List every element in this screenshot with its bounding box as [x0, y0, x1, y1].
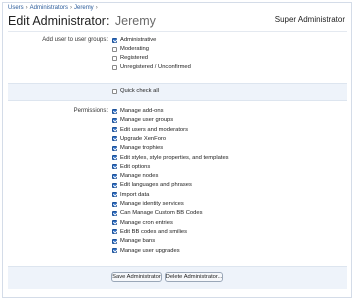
permission-edit-styles[interactable]: Edit styles, style properties, and templ…	[112, 154, 229, 162]
header-divider	[8, 31, 347, 32]
quick-check-checkbox[interactable]	[112, 88, 117, 94]
permission-user-upgrades[interactable]: Manage user upgrades	[112, 247, 180, 255]
permission-checkbox-11[interactable]	[112, 210, 117, 216]
delete-administrator-button[interactable]: Delete Administrator...	[165, 272, 223, 282]
breadcrumb-jeremy[interactable]: Jeremy	[74, 5, 94, 11]
quick-check-label: Quick check all	[120, 88, 159, 94]
permission-edit-users-moderators[interactable]: Edit users and moderators	[112, 126, 188, 134]
permission-checkbox-5[interactable]	[112, 155, 117, 160]
super-administrator-heading: Super Administrator	[274, 15, 345, 24]
breadcrumb-separator: ›	[70, 5, 73, 11]
quick-check-all[interactable]: Quick check all	[112, 87, 159, 95]
permission-label: Manage nodes	[120, 173, 159, 180]
permission-checkbox-0[interactable]	[112, 108, 117, 114]
save-administrator-button[interactable]: Save Administrator	[111, 272, 162, 282]
permission-label: Upgrade XenForo	[120, 135, 167, 142]
permission-manage-nodes[interactable]: Manage nodes	[112, 172, 158, 180]
breadcrumb-separator: ›	[25, 5, 28, 11]
permission-checkbox-1[interactable]	[112, 117, 117, 123]
permission-label: Edit users and moderators	[120, 126, 188, 133]
user-groups-label: Add user to user groups:	[42, 37, 108, 43]
permission-import-data[interactable]: Import data	[112, 191, 149, 199]
permission-label: Manage add-ons	[120, 108, 164, 114]
permission-upgrade-xenforo[interactable]: Upgrade XenForo	[112, 135, 166, 143]
permission-bb-codes-smilies[interactable]: Edit BB codes and smilies	[112, 228, 187, 236]
permission-checkbox-14[interactable]	[112, 238, 117, 244]
permission-manage-bans[interactable]: Manage bans	[112, 237, 155, 245]
group-checkbox-0[interactable]	[112, 37, 117, 43]
breadcrumb: Users › Administrators › Jeremy ›	[8, 5, 100, 11]
permission-label: Edit styles, style properties, and templ…	[120, 154, 229, 161]
permission-checkbox-13[interactable]	[112, 229, 117, 235]
permission-identity-services[interactable]: Manage identity services	[112, 200, 184, 208]
page-title-username: Jeremy	[114, 14, 156, 28]
group-option-label: Moderating	[120, 46, 150, 52]
group-option-registered[interactable]: Registered	[112, 54, 148, 62]
page-title: Edit Administrator: Jeremy	[8, 14, 156, 28]
group-checkbox-3[interactable]	[112, 64, 117, 70]
permission-manage-trophies[interactable]: Manage trophies	[112, 144, 163, 152]
permission-label: Manage cron entries	[120, 219, 173, 226]
permission-checkbox-6[interactable]	[112, 164, 117, 170]
permission-label: Edit BB codes and smilies	[120, 228, 188, 235]
permission-cron-entries[interactable]: Manage cron entries	[112, 219, 173, 227]
permission-label: Manage bans	[120, 238, 156, 245]
breadcrumb-users[interactable]: Users	[8, 5, 24, 11]
permission-label: Manage user groups	[120, 117, 174, 124]
group-checkbox-1[interactable]	[112, 46, 117, 52]
group-option-label: Registered	[120, 55, 149, 61]
permission-checkbox-9[interactable]	[112, 192, 117, 198]
permission-label: Manage identity services	[120, 201, 184, 207]
permission-label: Import data	[120, 191, 150, 198]
group-option-moderating[interactable]: Moderating	[112, 45, 149, 53]
permission-edit-languages[interactable]: Edit languages and phrases	[112, 181, 192, 189]
permission-checkbox-7[interactable]	[112, 173, 117, 179]
page-title-prefix: Edit Administrator:	[8, 14, 110, 28]
permission-label: Can Manage Custom BB Codes	[120, 210, 203, 217]
breadcrumb-separator: ›	[95, 5, 98, 11]
permission-checkbox-3[interactable]	[112, 136, 117, 142]
permission-checkbox-15[interactable]	[112, 248, 117, 253]
permission-label: Edit languages and phrases	[120, 182, 192, 189]
permission-edit-options[interactable]: Edit options	[112, 163, 150, 171]
permission-checkbox-8[interactable]	[112, 182, 117, 188]
permission-checkbox-10[interactable]	[112, 201, 117, 207]
group-option-label: Unregistered / Unconfirmed	[120, 64, 191, 70]
permission-checkbox-4[interactable]	[112, 145, 117, 151]
group-option-administrative[interactable]: Administrative	[112, 36, 156, 44]
permission-manage-user-groups[interactable]: Manage user groups	[112, 116, 173, 124]
permission-label: Manage user upgrades	[120, 247, 180, 254]
group-option-label: Administrative	[120, 37, 157, 43]
permission-checkbox-2[interactable]	[112, 127, 117, 133]
breadcrumb-administrators[interactable]: Administrators	[30, 5, 68, 11]
permissions-label: Permissions:	[73, 108, 108, 114]
permission-label: Manage trophies	[120, 145, 164, 152]
permission-label: Edit options	[120, 163, 151, 170]
quick-check-panel	[8, 83, 347, 101]
permission-manage-add-ons[interactable]: Manage add-ons	[112, 107, 164, 115]
permission-checkbox-12[interactable]	[112, 220, 117, 226]
group-checkbox-2[interactable]	[112, 55, 117, 61]
group-option-unregistered[interactable]: Unregistered / Unconfirmed	[112, 63, 191, 71]
permission-custom-bb-codes[interactable]: Can Manage Custom BB Codes	[112, 209, 203, 217]
